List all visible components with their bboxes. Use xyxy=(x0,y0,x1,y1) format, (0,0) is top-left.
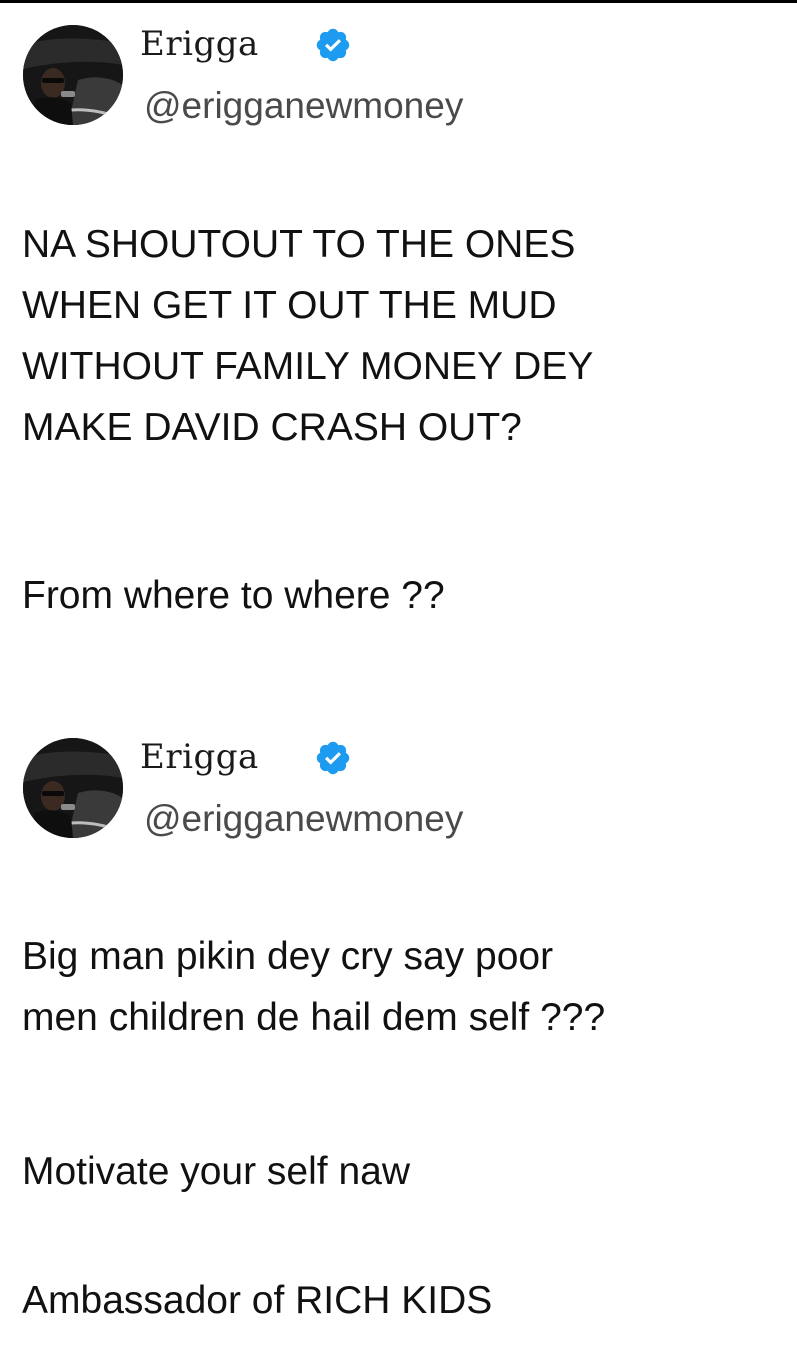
tweet-text-line: Motivate your self naw xyxy=(22,1150,411,1193)
avatar[interactable] xyxy=(23,738,123,838)
tweet-text: NA SHOUTOUT TO THE ONES WHEN GET IT OUT … xyxy=(22,223,594,449)
avatar-photo xyxy=(23,25,123,125)
display-name[interactable]: Erigga xyxy=(140,735,259,779)
tweet-text-line: From where to where ?? xyxy=(22,574,445,617)
avatar[interactable] xyxy=(23,25,123,125)
verified-badge-icon xyxy=(316,741,350,775)
user-handle[interactable]: @erigganewmoney xyxy=(144,83,463,129)
display-name[interactable]: Erigga xyxy=(140,22,259,66)
tweet-text: Big man pikin dey cry say poor men child… xyxy=(22,935,606,1039)
verified-badge-icon xyxy=(316,28,350,62)
user-handle[interactable]: @erigganewmoney xyxy=(144,796,463,842)
tweet-text-line: Ambassador of RICH KIDS xyxy=(22,1279,493,1322)
avatar-photo xyxy=(23,738,123,838)
